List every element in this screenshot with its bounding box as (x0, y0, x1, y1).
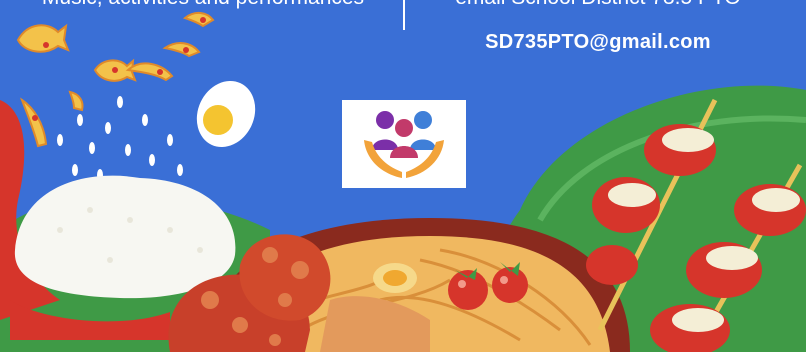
egg-icon (196, 80, 256, 148)
contact-email[interactable]: SD735PTO@gmail.com (418, 31, 778, 54)
family-hands-logo-icon (364, 111, 444, 178)
activities-text: Music, activities and performances (18, 0, 388, 10)
pto-logo (342, 100, 466, 188)
food-event-poster: Music, activities and performances email… (0, 0, 806, 352)
rice-bowl-icon (14, 175, 236, 299)
email-instruction-text: email School District 73.5 PTO (418, 0, 778, 10)
header-divider (403, 0, 405, 30)
fish-icon (16, 12, 215, 148)
